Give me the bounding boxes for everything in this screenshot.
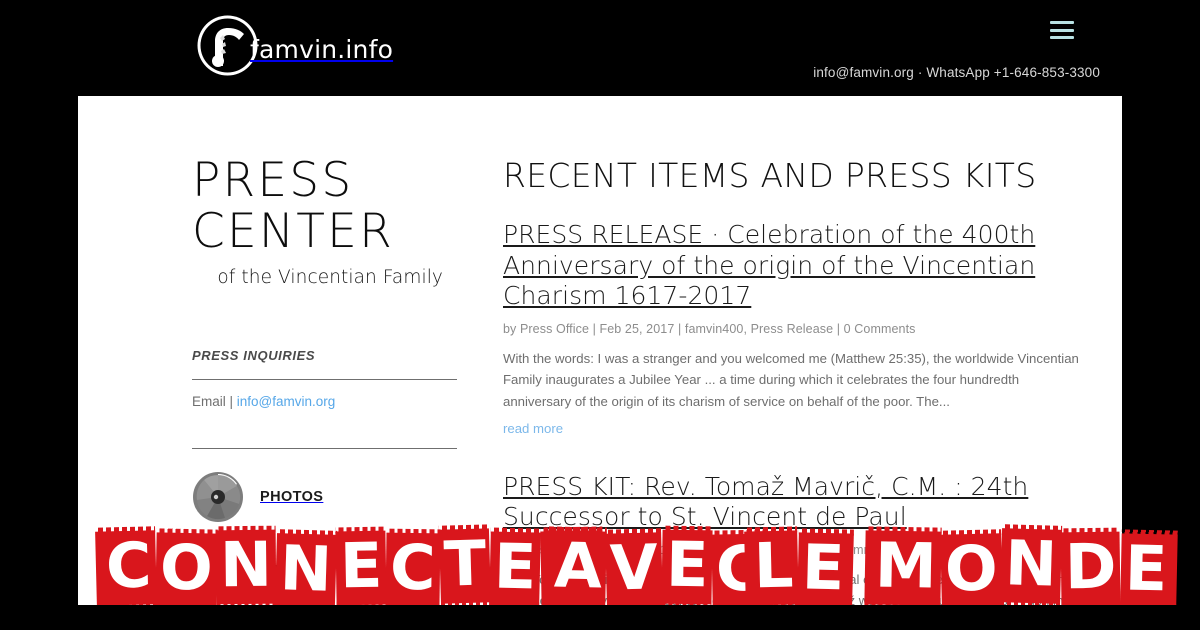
press-center-line-2: CENTER: [192, 204, 394, 260]
post-title-link[interactable]: PRESS KIT: Rev. Tomaž Mavrič, C.M. : 24t…: [503, 472, 1028, 532]
page-content-sheet: PRESS CENTER of the Vincentian Family PR…: [78, 96, 1122, 630]
sidebar-item-photos[interactable]: PHOTOS: [192, 471, 457, 523]
sidebar-item-label: PHOTOS: [260, 489, 324, 506]
bottom-black-band: [0, 605, 1200, 630]
read-more-link[interactable]: read more: [503, 421, 563, 436]
email-label: Email |: [192, 394, 234, 410]
press-center-logo: PRESS CENTER of the Vincentian Family: [192, 153, 445, 289]
youtube-icon: You Tube: [192, 552, 244, 591]
post-item: PRESS RELEASE · Celebration of the 400th…: [503, 220, 1086, 438]
site-logo[interactable]: famvin.info: [196, 14, 393, 77]
sidebar-item-label: VIDEOS: [260, 563, 318, 580]
sidebar-item-videos[interactable]: You Tube VIDEOS: [192, 545, 457, 597]
main-content: RECENT ITEMS AND PRESS KITS PRESS RELEAS…: [503, 156, 1086, 630]
svg-text:Tube: Tube: [206, 576, 230, 586]
page-root: famvin.info info@famvin.org · WhatsApp +…: [0, 0, 1200, 630]
hamburger-bar: [1050, 21, 1074, 24]
hamburger-bar: [1050, 28, 1074, 32]
press-inquiries-heading: PRESS INQUIRIES: [192, 348, 316, 364]
brand-name: famvin.info: [250, 35, 394, 64]
svg-text:You: You: [208, 560, 227, 570]
sidebar-divider: [192, 379, 457, 381]
press-email-row: Email | info@famvin.org: [192, 394, 457, 409]
header-contact-info[interactable]: info@famvin.org · WhatsApp +1-646-853-33…: [813, 65, 1100, 80]
hamburger-bar: [1050, 36, 1074, 39]
press-center-subtitle: of the Vincentian Family: [217, 267, 443, 289]
press-email-link[interactable]: info@famvin.org: [237, 394, 336, 409]
sidebar: PRESS CENTER of the Vincentian Family PR…: [192, 153, 457, 630]
post-title-link[interactable]: PRESS RELEASE · Celebration of the 400th…: [503, 220, 1035, 310]
post-meta[interactable]: by Press Office | Feb 25, 2017 | famvin4…: [503, 322, 1086, 336]
hamburger-menu-icon[interactable]: [1050, 21, 1074, 39]
page-title: RECENT ITEMS AND PRESS KITS: [503, 156, 1037, 195]
camera-shutter-icon: [192, 471, 244, 523]
press-center-line-1: PRESS: [192, 153, 354, 208]
post-meta[interactable]: by Press Office | Feb 24, 2017 | Persona…: [503, 543, 1086, 557]
sidebar-divider-2: [192, 448, 457, 450]
site-header: famvin.info info@famvin.org · WhatsApp +…: [0, 0, 1200, 96]
post-excerpt: With the words: I was a stranger and you…: [503, 350, 1079, 409]
